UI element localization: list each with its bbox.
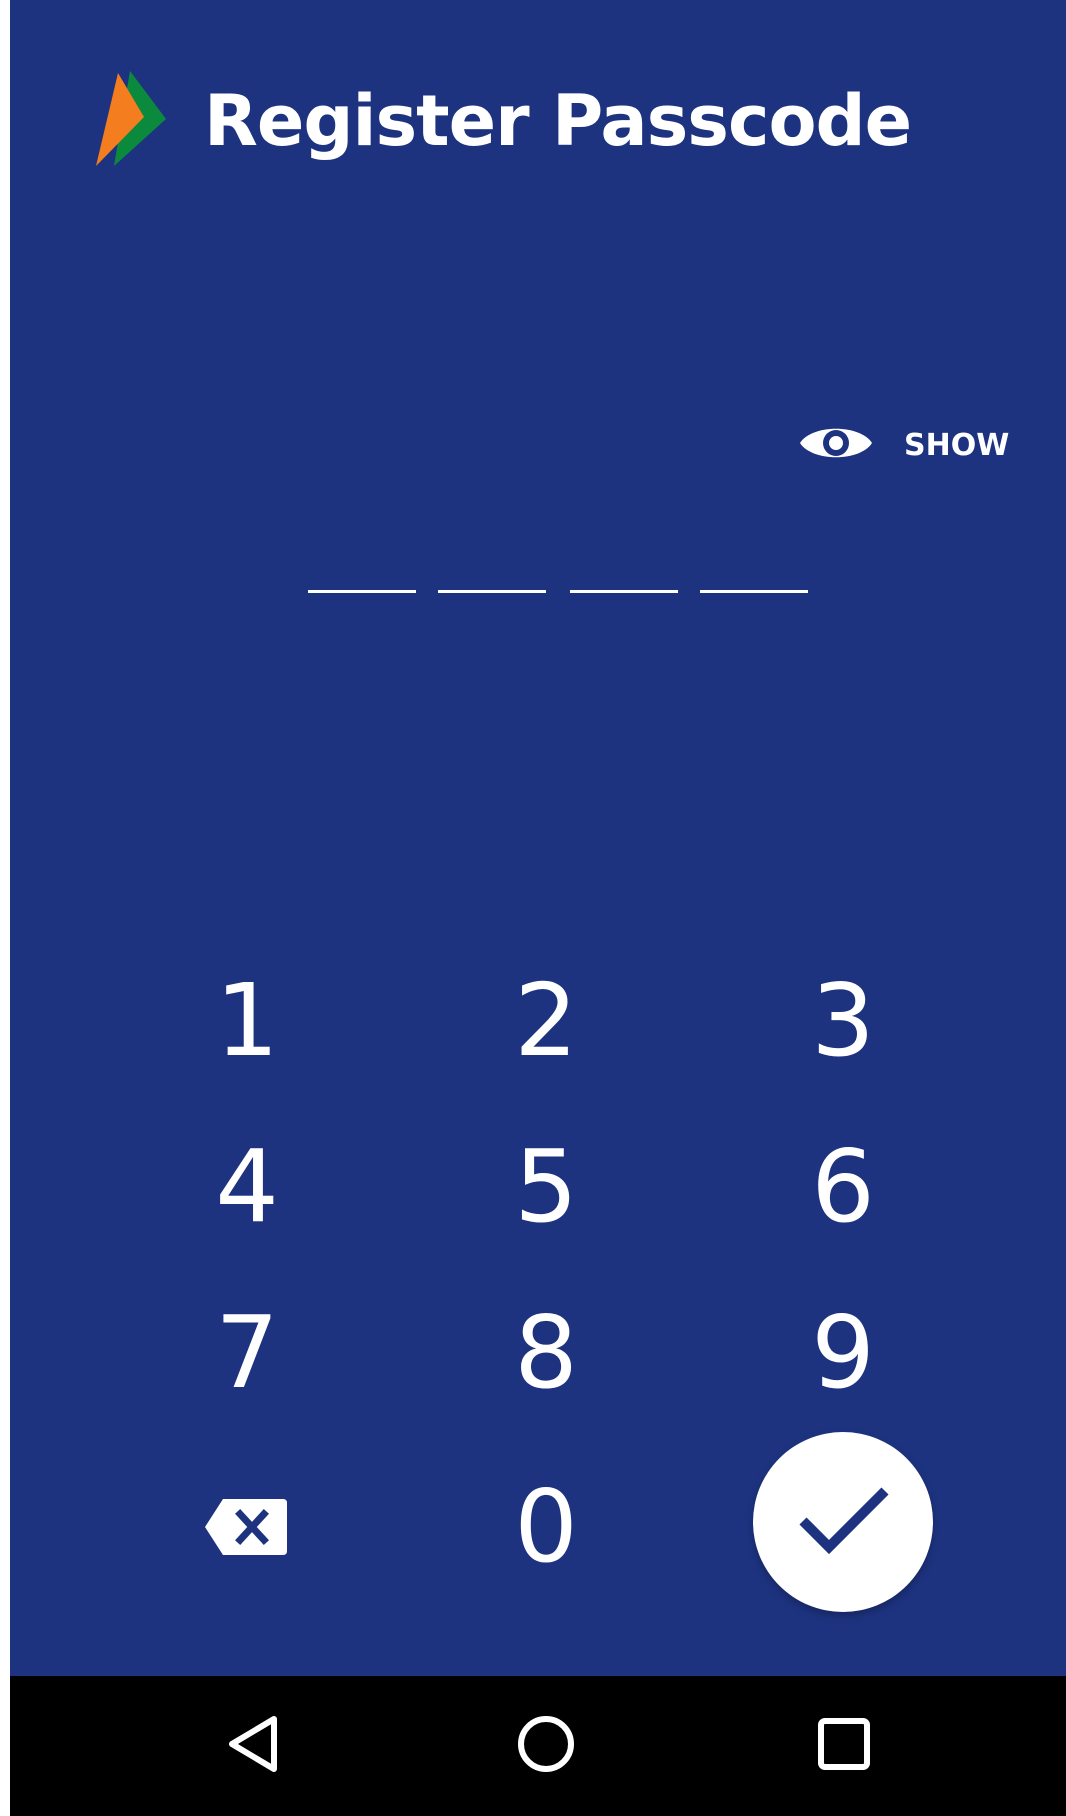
key-8[interactable]: 8 (446, 1282, 646, 1422)
key-2[interactable]: 2 (446, 950, 646, 1090)
key-1[interactable]: 1 (147, 950, 347, 1090)
key-7[interactable]: 7 (147, 1282, 347, 1422)
back-icon (226, 1715, 280, 1778)
page-title: Register Passcode (204, 80, 912, 162)
pin-slot-3 (570, 590, 678, 593)
pin-slot-2 (438, 590, 546, 593)
key-6[interactable]: 6 (743, 1116, 943, 1256)
pin-slot-1 (308, 590, 416, 593)
recents-button[interactable] (804, 1706, 884, 1786)
back-button[interactable] (213, 1706, 293, 1786)
eye-icon (798, 418, 874, 473)
confirm-button[interactable] (753, 1432, 933, 1612)
app-screen (10, 0, 1066, 1676)
app-header: Register Passcode (96, 66, 912, 176)
key-4[interactable]: 4 (147, 1116, 347, 1256)
key-9[interactable]: 9 (743, 1282, 943, 1422)
key-0[interactable]: 0 (446, 1456, 646, 1596)
backspace-icon (205, 1464, 289, 1581)
left-edge (0, 0, 10, 1816)
recents-icon (817, 1717, 871, 1776)
home-button[interactable] (506, 1706, 586, 1786)
bhim-logo (96, 71, 176, 171)
home-icon (516, 1714, 576, 1779)
key-5[interactable]: 5 (446, 1116, 646, 1256)
system-nav-bar (10, 1676, 1066, 1816)
backspace-button[interactable] (147, 1452, 347, 1592)
passcode-input[interactable] (296, 590, 808, 600)
key-3[interactable]: 3 (743, 950, 943, 1090)
show-passcode-toggle[interactable]: SHOW (798, 410, 1009, 480)
check-icon (797, 1485, 889, 1560)
pin-slot-4 (700, 590, 808, 593)
show-label: SHOW (904, 427, 1010, 463)
